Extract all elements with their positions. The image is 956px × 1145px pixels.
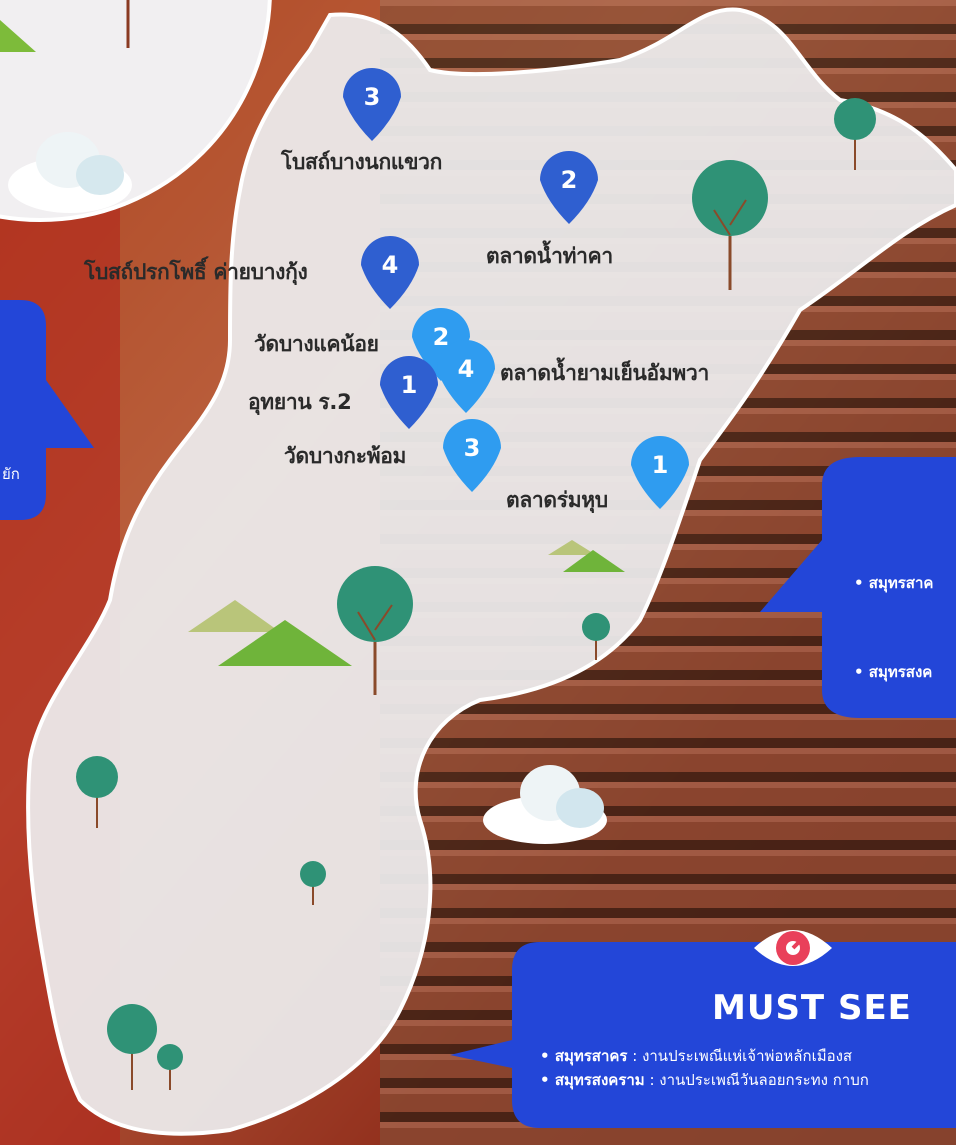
map-pin-number: 1	[401, 371, 418, 399]
map-pin-number: 2	[561, 166, 578, 194]
pin-label-wat-bangkhaenoi[interactable]: วัดบางแคน้อย	[254, 328, 379, 361]
right-bubble-line-1: • สมุทรสาค	[854, 574, 934, 592]
must-see-row: • สมุทรสงคราม : งานประเพณีวันลอยกระทง กา…	[540, 1068, 869, 1092]
must-see-province: สมุทรสาคร	[554, 1047, 628, 1065]
pin-label-amphawa-market[interactable]: ตลาดน้ำยามเย็นอัมพวา	[500, 357, 709, 390]
left-bubble-text: ยัก	[2, 465, 20, 483]
pin-label-talat-nam-thakha[interactable]: ตลาดน้ำท่าคา	[486, 240, 613, 273]
pin-label-uthayan-r2[interactable]: อุทยาน ร.2	[248, 386, 352, 419]
must-see-bullet: •	[540, 1071, 555, 1089]
must-see-desc: งานประเพณีแห่เจ้าพ่อหลักเมืองส	[642, 1047, 853, 1065]
pin-label-bosot-prokpho[interactable]: โบสถ์ปรกโพธิ์ ค่ายบางกุ้ง	[84, 256, 308, 289]
must-see-row: • สมุทรสาคร : งานประเพณีแห่เจ้าพ่อหลักเม…	[540, 1044, 852, 1068]
pin-label-talat-romhup[interactable]: ตลาดร่มหุบ	[506, 484, 608, 517]
must-see-desc: งานประเพณีวันลอยกระทง กาบก	[659, 1071, 869, 1089]
map-pin-number: 4	[458, 355, 475, 383]
pin-label-wat-bangkaphom[interactable]: วัดบางกะพ้อม	[284, 440, 406, 473]
must-see-bubble	[450, 942, 956, 1128]
map-pin-number: 4	[382, 251, 399, 279]
map-pin-number: 3	[464, 434, 481, 462]
map-pin-number: 1	[652, 451, 669, 479]
must-see-separator: :	[644, 1071, 660, 1089]
map-pin-number: 2	[433, 323, 450, 351]
background-scene: 32424131	[0, 0, 956, 1145]
must-see-bullet: •	[540, 1047, 555, 1065]
pin-label-bosot-bangnokkhwaek[interactable]: โบสถ์บางนกแขวก	[281, 146, 442, 179]
map-pin-number: 3	[364, 83, 381, 111]
must-see-title: MUST SEE	[712, 988, 912, 1028]
must-see-separator: :	[627, 1047, 643, 1065]
right-bubble-line-2: • สมุทรสงค	[854, 663, 933, 681]
must-see-province: สมุทรสงคราม	[554, 1071, 645, 1089]
